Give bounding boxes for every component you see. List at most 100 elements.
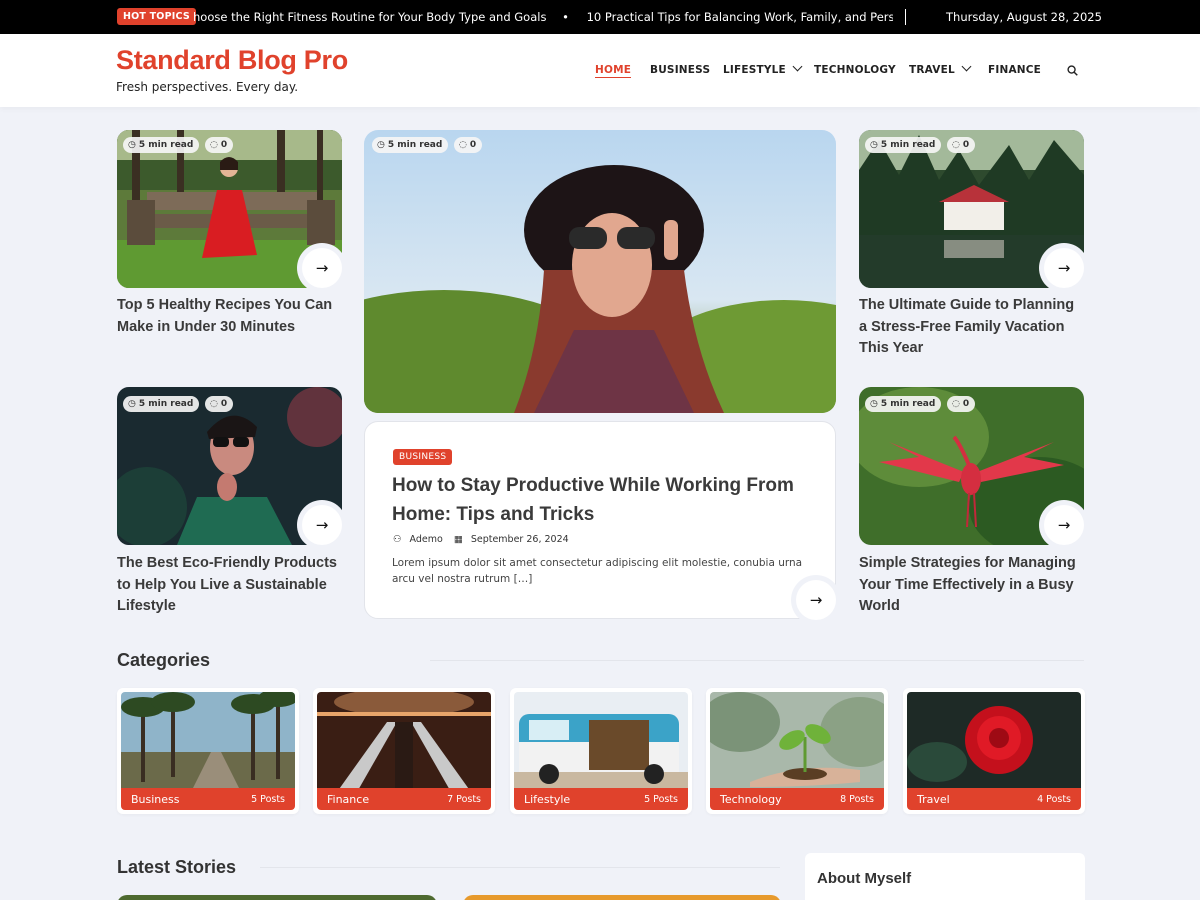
about-widget: About Myself [805,853,1085,900]
nav-business[interactable]: BUSINESS [650,64,710,76]
category-name: Finance [327,792,370,806]
comment-count-label: 0 [220,140,228,150]
latest-stories-heading: Latest Stories [117,857,237,877]
clock-icon: ◷ [377,140,385,150]
category-card-lifestyle[interactable]: Lifestyle 5 Posts [510,688,692,814]
category-name: Travel [917,792,950,806]
featured-post-panel: BUSINESS How to Stay Productive While Wo… [364,421,836,619]
comment-count-label: 0 [962,140,970,150]
read-more-arrow-button[interactable]: → [1044,248,1084,288]
comment-icon: ◌ [952,140,960,150]
post-title[interactable]: Top 5 Healthy Recipes You Can Make in Un… [117,295,337,338]
read-time-pill: ◷ 5 min read [123,137,200,153]
post-excerpt: Lorem ipsum dolor sit amet consectetur a… [392,557,803,585]
category-bar: Lifestyle 5 Posts [514,788,688,810]
post-date[interactable]: September 26, 2024 [471,534,569,545]
comment-count-label: 0 [220,399,228,409]
divider [260,867,780,868]
current-date: Thursday, August 28, 2025 [946,10,1102,24]
divider [905,9,906,25]
read-more-arrow-button[interactable]: → [1044,505,1084,545]
read-time-pill: ◷ 5 min read [865,396,942,412]
hot-topics-badge: HOT TOPICS [117,8,196,25]
palm-road-image [121,692,295,792]
category-card-finance[interactable]: Finance 7 Posts [313,688,495,814]
nav-lifestyle[interactable]: LIFESTYLE [723,61,803,76]
arrow-right-icon: → [1057,259,1071,277]
category-bar: Technology 8 Posts [710,788,884,810]
clock-icon: ◷ [128,140,136,150]
nav-label: TRAVEL [909,64,955,76]
clock-icon: ◷ [128,399,136,409]
nav-technology[interactable]: TECHNOLOGY [814,64,896,76]
news-ticker: hoose the Right Fitness Routine for Your… [193,10,893,24]
nav-travel[interactable]: TRAVEL [909,61,972,76]
comment-count-pill: ◌ 0 [947,137,976,153]
sprout-hand-image [710,692,884,792]
read-time-label: 5 min read [880,140,936,150]
site-header: Standard Blog Pro Fresh perspectives. Ev… [0,34,1200,107]
read-more-arrow-button[interactable]: → [302,505,342,545]
comment-count-pill: ◌ 0 [205,396,234,412]
calendar-icon: ▦ [453,534,463,545]
category-bar: Business 5 Posts [121,788,295,810]
latest-story-image[interactable] [117,895,437,900]
category-count: 5 Posts [251,793,285,805]
ticker-item[interactable]: hoose the Right Fitness Routine for Your… [193,10,546,24]
category-card-travel[interactable]: Travel 4 Posts [903,688,1085,814]
red-rose-image [907,692,1081,792]
ticker-item[interactable]: 10 Practical Tips for Balancing Work, Fa… [587,10,893,24]
arrow-right-icon: → [1057,516,1071,534]
ticker-separator: • [562,10,569,24]
nav-finance[interactable]: FINANCE [988,64,1041,76]
nav-label: LIFESTYLE [723,64,786,76]
escalator-image [317,692,491,792]
category-name: Technology [720,792,782,806]
chevron-down-icon [792,61,803,72]
category-name: Lifestyle [524,792,571,806]
category-card-technology[interactable]: Technology 8 Posts [706,688,888,814]
read-more-arrow-button[interactable]: → [302,248,342,288]
search-icon[interactable] [1067,65,1078,76]
featured-post-image[interactable]: ◷ 5 min read ◌ 0 [364,130,836,413]
category-card-business[interactable]: Business 5 Posts [117,688,299,814]
read-more-arrow-button[interactable]: → [796,580,836,620]
read-time-label: 5 min read [880,399,936,409]
post-title[interactable]: The Best Eco-Friendly Products to Help Y… [117,553,342,618]
comment-icon: ◌ [210,140,218,150]
camper-van-image [514,692,688,792]
comment-count-label: 0 [962,399,970,409]
comment-icon: ◌ [210,399,218,409]
post-meta: ⚇ Ademo ▦ September 26, 2024 [393,534,577,545]
read-time-label: 5 min read [138,399,194,409]
nav-home[interactable]: HOME [595,64,632,78]
clock-icon: ◷ [870,399,878,409]
post-title[interactable]: Simple Strategies for Managing Your Time… [859,553,1079,618]
post-title[interactable]: The Ultimate Guide to Planning a Stress-… [859,295,1084,360]
arrow-right-icon: → [315,516,329,534]
clock-icon: ◷ [870,140,878,150]
chevron-down-icon [961,61,972,72]
read-time-pill: ◷ 5 min read [865,137,942,153]
site-tagline: Fresh perspectives. Every day. [116,80,299,94]
top-bar: HOT TOPICS hoose the Right Fitness Routi… [0,0,1200,34]
category-bar: Finance 7 Posts [317,788,491,810]
comment-count-pill: ◌ 0 [947,396,976,412]
category-count: 5 Posts [644,793,678,805]
category-badge[interactable]: BUSINESS [393,449,453,465]
site-logo[interactable]: Standard Blog Pro [116,45,348,76]
arrow-right-icon: → [809,591,823,609]
post-author[interactable]: Ademo [410,534,443,545]
latest-story-image[interactable] [463,895,781,900]
arrow-right-icon: → [315,259,329,277]
read-time-label: 5 min read [387,140,443,150]
category-count: 8 Posts [840,793,874,805]
comment-count-pill: ◌ 0 [454,137,483,153]
category-bar: Travel 4 Posts [907,788,1081,810]
woman-sunglasses-hat-image [364,130,836,413]
category-count: 4 Posts [1037,793,1071,805]
divider [430,660,1084,661]
comment-icon: ◌ [459,140,467,150]
categories-heading: Categories [117,650,211,670]
featured-post-title[interactable]: How to Stay Productive While Working Fro… [392,471,812,529]
